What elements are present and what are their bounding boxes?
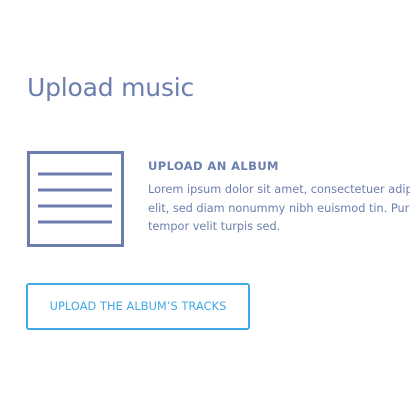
upload-album-heading: UPLOAD AN ALBUM (148, 159, 279, 173)
description-line: tempor velit turpis sed. (148, 220, 281, 233)
upload-tracks-button[interactable]: UPLOAD THE ALBUM’S TRACKS (26, 283, 250, 330)
description-line: Lorem ipsum dolor sit amet, consectetuer… (148, 183, 410, 196)
document-icon-frame (27, 151, 124, 247)
document-icon (27, 151, 124, 247)
page-title: Upload music (27, 73, 195, 102)
upload-album-description: Lorem ipsum dolor sit amet, consectetuer… (148, 181, 410, 237)
description-line: elit, sed diam nonummy nibh euismod tin.… (148, 201, 410, 215)
